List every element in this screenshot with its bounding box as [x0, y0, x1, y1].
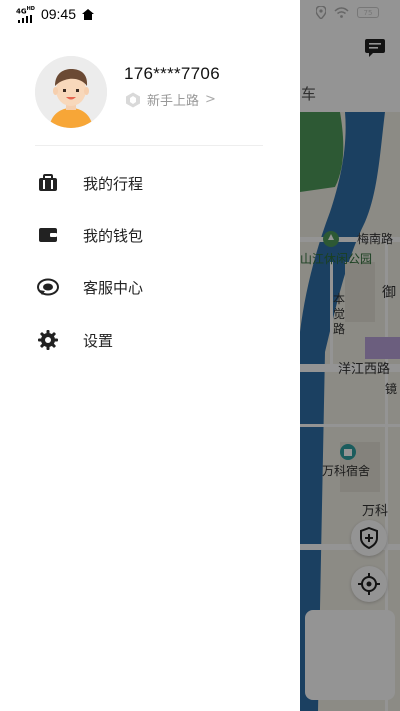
divider — [35, 145, 263, 146]
status-bar: 4GHD 09:45 75 — [0, 0, 400, 28]
status-left: 4GHD 09:45 — [16, 5, 95, 24]
user-avatar-icon — [35, 56, 107, 128]
menu-item-customer-service[interactable]: 客服中心 — [37, 267, 277, 307]
location-icon — [316, 6, 326, 19]
menu-item-my-trips[interactable]: 我的行程 — [37, 163, 277, 203]
home-icon — [82, 8, 95, 20]
level-badge-icon — [126, 92, 140, 107]
status-right: 75 — [316, 6, 379, 19]
network-type: 4G — [16, 7, 27, 16]
network-hd: HD — [26, 6, 35, 12]
status-time: 09:45 — [40, 6, 77, 23]
user-phone: 176****7706 — [124, 64, 220, 83]
avatar[interactable] — [35, 56, 107, 128]
network-indicator: 4GHD — [16, 5, 35, 24]
battery-level: 75 — [363, 8, 373, 17]
menu-item-my-wallet[interactable]: 我的钱包 — [37, 215, 277, 255]
signal-icon — [18, 15, 33, 24]
user-level-label: 新手上路 — [147, 94, 200, 109]
battery-icon: 75 — [357, 7, 379, 18]
user-level[interactable]: 新手上路 > — [125, 90, 216, 109]
menu-label: 客服中心 — [83, 278, 144, 297]
menu-label: 我的钱包 — [83, 226, 144, 245]
menu-label: 设置 — [83, 331, 114, 350]
menu-item-settings[interactable]: 设置 — [37, 320, 277, 360]
wifi-icon — [334, 7, 349, 18]
side-drawer: 176****7706 新手上路 > 我的行程 我的钱包 客服中心 设置 — [0, 0, 300, 711]
menu-label: 我的行程 — [83, 174, 144, 193]
customer-service-icon — [37, 276, 59, 298]
wallet-icon — [37, 224, 59, 246]
gear-icon — [37, 329, 59, 351]
chevron-right-icon: > — [205, 92, 216, 107]
suitcase-icon — [37, 172, 59, 194]
